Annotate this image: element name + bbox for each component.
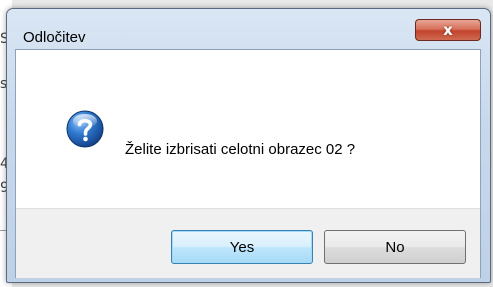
dialog-window: Odločitev x Želite izbrisati celotni obr… [6,8,491,283]
close-button[interactable]: x [415,19,481,41]
button-bar: Yes No [16,208,480,278]
close-icon: x [443,20,453,39]
question-icon [66,110,104,148]
no-button[interactable]: No [324,230,466,264]
dialog-body: Želite izbrisati celotni obrazec 02 ? Ye… [15,49,481,278]
yes-button[interactable]: Yes [171,230,313,264]
dialog-title: Odločitev [23,29,86,46]
dialog-message: Želite izbrisati celotni obrazec 02 ? [125,141,356,158]
